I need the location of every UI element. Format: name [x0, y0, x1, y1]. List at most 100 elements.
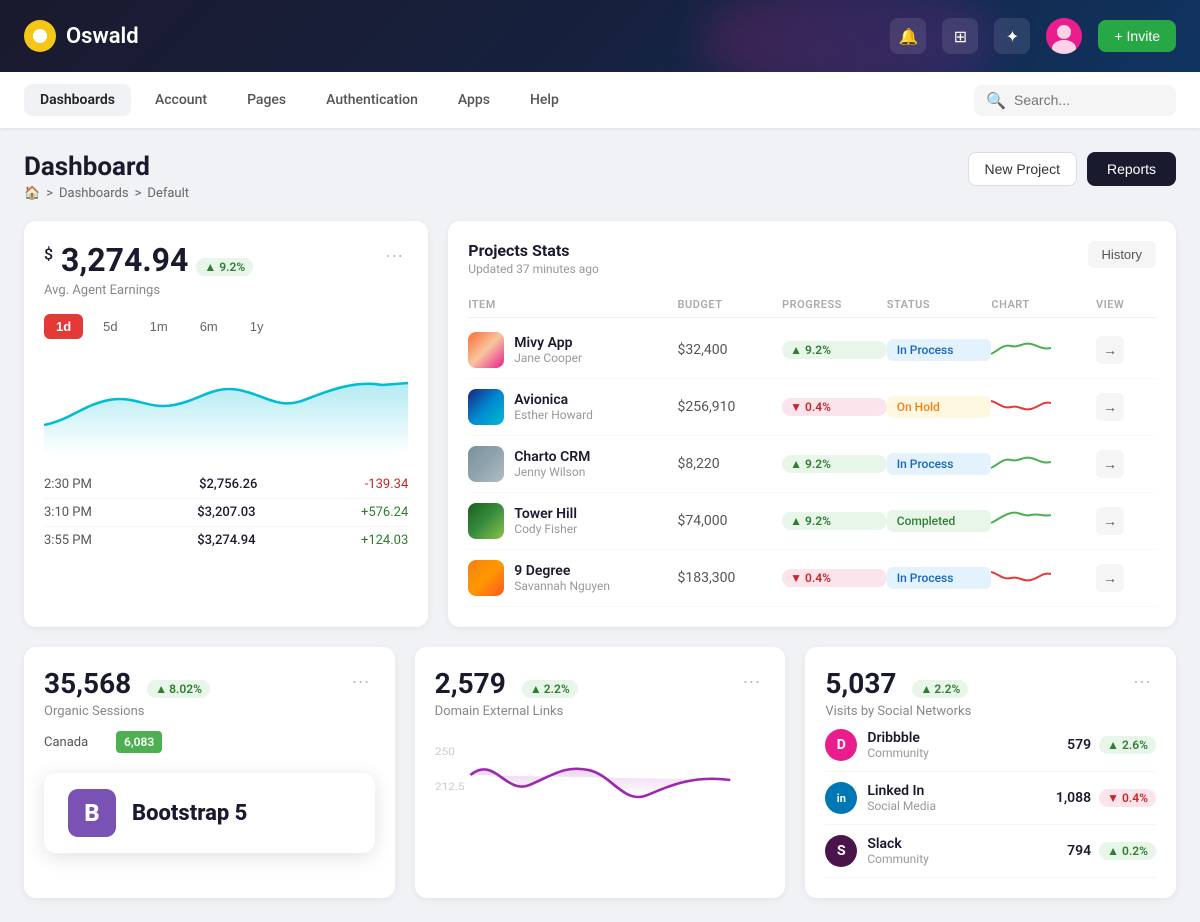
table-header: ITEM BUDGET PROGRESS STATUS CHART VIEW: [468, 292, 1156, 318]
earnings-more-button[interactable]: ···: [380, 241, 408, 269]
share-icon[interactable]: ✦: [994, 18, 1030, 54]
project-arrow-tower[interactable]: →: [1096, 507, 1124, 535]
nav-item-dashboards[interactable]: Dashboards: [24, 84, 131, 116]
slack-icon: S: [825, 835, 857, 867]
status-badge-completed: Completed: [887, 510, 992, 532]
organic-sessions-value: 35,568: [44, 667, 131, 700]
avatar[interactable]: [1046, 18, 1082, 54]
domain-links-badge: ▲ 2.2%: [522, 680, 578, 698]
nav-item-help[interactable]: Help: [514, 84, 575, 116]
data-row: 2:30 PM $2,756.26 -139.34: [44, 471, 408, 498]
domain-links-value: 2,579: [435, 667, 506, 700]
domain-links-card: 2,579 ▲ 2.2% Domain External Links ···: [415, 647, 786, 898]
project-arrow-charto[interactable]: →: [1096, 450, 1124, 478]
dribbble-icon: D: [825, 729, 857, 761]
search-icon: 🔍: [986, 91, 1006, 110]
project-thumb-charto: [468, 446, 504, 482]
display-icon[interactable]: ⊞: [942, 18, 978, 54]
project-row-avionica: Avionica Esther Howard $256,910 ▼ 0.4% O…: [468, 379, 1156, 436]
social-networks-label: Visits by Social Networks: [825, 704, 971, 719]
domain-links-chart: 250 212.5: [435, 735, 766, 839]
social-row-slack: S Slack Community 794 ▲ 0.2%: [825, 825, 1156, 878]
top-header: Oswald 🔔 ⊞ ✦ + Invite: [0, 0, 1200, 72]
search-bar: 🔍: [974, 85, 1176, 116]
nav-item-pages[interactable]: Pages: [231, 84, 302, 116]
earnings-chart: [44, 355, 408, 455]
svg-text:250: 250: [435, 746, 455, 758]
project-thumb-mivy: [468, 332, 504, 368]
social-row-dribbble: D Dribbble Community 579 ▲ 2.6%: [825, 719, 1156, 772]
nav-item-account[interactable]: Account: [139, 84, 223, 116]
status-badge-onhold: On Hold: [887, 396, 992, 418]
nav-item-authentication[interactable]: Authentication: [310, 84, 434, 116]
filter-5d[interactable]: 5d: [91, 314, 129, 339]
status-badge-inprocess3: In Process: [887, 567, 992, 589]
filter-1y[interactable]: 1y: [238, 314, 276, 339]
projects-subtitle: Updated 37 minutes ago: [468, 262, 599, 276]
social-networks-badge: ▲ 2.2%: [912, 680, 968, 698]
filter-1m[interactable]: 1m: [138, 314, 180, 339]
project-row-charto: Charto CRM Jenny Wilson $8,220 ▲ 9.2% In…: [468, 436, 1156, 493]
history-button[interactable]: History: [1088, 241, 1156, 268]
notifications-icon[interactable]: 🔔: [890, 18, 926, 54]
linkedin-icon: in: [825, 782, 857, 814]
project-thumb-avionica: [468, 389, 504, 425]
sparkline-red: [991, 393, 1096, 421]
organic-sessions-badge: ▲ 8.02%: [147, 680, 210, 698]
header-actions: 🔔 ⊞ ✦ + Invite: [890, 18, 1176, 54]
nav-item-apps[interactable]: Apps: [442, 84, 506, 116]
status-badge-inprocess: In Process: [887, 339, 992, 361]
social-networks-more[interactable]: ···: [1128, 667, 1156, 695]
organic-sessions-label: Organic Sessions: [44, 704, 210, 719]
filter-1d[interactable]: 1d: [44, 314, 83, 339]
project-row-9degree: 9 Degree Savannah Nguyen $183,300 ▼ 0.4%…: [468, 550, 1156, 607]
page-actions: New Project Reports: [968, 152, 1177, 186]
bootstrap-icon: B: [68, 789, 116, 837]
search-input[interactable]: [1014, 92, 1164, 108]
logo: Oswald: [24, 20, 139, 52]
top-cards-row: $ 3,274.94 ▲ 9.2% Avg. Agent Earnings ··…: [24, 221, 1176, 627]
canada-bar: 6,083: [116, 731, 162, 753]
earnings-badge: ▲ 9.2%: [196, 258, 253, 276]
organic-sessions-more[interactable]: ···: [347, 667, 375, 695]
earnings-label: Avg. Agent Earnings: [44, 283, 253, 298]
data-row: 3:10 PM $3,207.03 +576.24: [44, 498, 408, 526]
domain-links-label: Domain External Links: [435, 704, 578, 719]
nav-bar: Dashboards Account Pages Authentication …: [0, 72, 1200, 128]
earnings-amount: $ 3,274.94: [44, 241, 188, 279]
earnings-header: $ 3,274.94 ▲ 9.2% Avg. Agent Earnings ··…: [44, 241, 408, 298]
project-arrow-avionica[interactable]: →: [1096, 393, 1124, 421]
data-rows: 2:30 PM $2,756.26 -139.34 3:10 PM $3,207…: [44, 471, 408, 554]
project-row-tower: Tower Hill Cody Fisher $74,000 ▲ 9.2% Co…: [468, 493, 1156, 550]
logo-icon: [24, 20, 56, 52]
sparkline-green: [991, 336, 1096, 364]
projects-title: Projects Stats: [468, 241, 599, 260]
bottom-row: 35,568 ▲ 8.02% Organic Sessions ··· Cana…: [24, 647, 1176, 898]
filter-6m[interactable]: 6m: [188, 314, 230, 339]
project-row-mivy: Mivy App Jane Cooper $32,400 ▲ 9.2% In P…: [468, 322, 1156, 379]
organic-sessions-card: 35,568 ▲ 8.02% Organic Sessions ··· Cana…: [24, 647, 395, 898]
invite-button[interactable]: + Invite: [1098, 20, 1176, 52]
sparkline-green2: [991, 450, 1096, 478]
social-networks-value: 5,037: [825, 667, 896, 700]
page-header: Dashboard 🏠 > Dashboards > Default New P…: [24, 152, 1176, 201]
time-filters: 1d 5d 1m 6m 1y: [44, 314, 408, 339]
sparkline-green3: [991, 507, 1096, 535]
project-arrow-mivy[interactable]: →: [1096, 336, 1124, 364]
bootstrap-text: Bootstrap 5: [132, 801, 247, 826]
bootstrap-banner: B Bootstrap 5: [44, 773, 375, 853]
projects-stats-card: Projects Stats Updated 37 minutes ago Hi…: [448, 221, 1176, 627]
projects-header: Projects Stats Updated 37 minutes ago Hi…: [468, 241, 1156, 276]
home-icon: 🏠: [24, 186, 40, 201]
breadcrumb: 🏠 > Dashboards > Default: [24, 186, 189, 201]
domain-links-more[interactable]: ···: [737, 667, 765, 695]
logo-text: Oswald: [66, 24, 139, 49]
page-title: Dashboard: [24, 152, 189, 182]
new-project-button[interactable]: New Project: [968, 152, 1077, 186]
page-title-area: Dashboard 🏠 > Dashboards > Default: [24, 152, 189, 201]
project-arrow-9degree[interactable]: →: [1096, 564, 1124, 592]
social-networks-card: 5,037 ▲ 2.2% Visits by Social Networks ·…: [805, 647, 1176, 898]
geo-row: Canada 6,083: [44, 731, 375, 753]
page-content: Dashboard 🏠 > Dashboards > Default New P…: [0, 128, 1200, 922]
reports-button[interactable]: Reports: [1087, 152, 1176, 186]
